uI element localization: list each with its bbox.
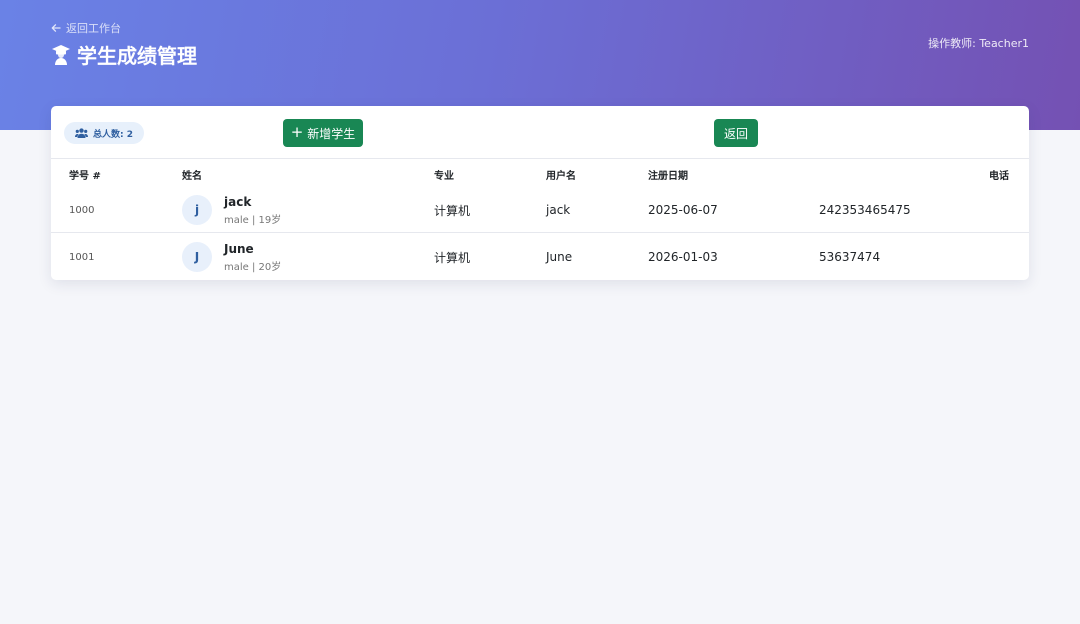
column-header-id: 学号 # bbox=[69, 171, 101, 182]
column-header-username: 用户名 bbox=[546, 171, 576, 182]
back-to-workbench-label: 返回工作台 bbox=[66, 22, 121, 35]
student-phone: 53637474 bbox=[819, 250, 881, 264]
student-major: 计算机 bbox=[434, 203, 471, 218]
student-meta: male | 19岁 bbox=[224, 214, 282, 226]
student-name: jack bbox=[224, 194, 252, 209]
plus-icon: + bbox=[290, 123, 304, 141]
add-student-button[interactable]: + 新增学生 bbox=[283, 119, 363, 147]
student-register-date: 2025-06-07 bbox=[648, 203, 718, 217]
avatar: j bbox=[182, 195, 212, 225]
page-title-text: 学生成绩管理 bbox=[77, 44, 197, 68]
student-id: 1000 bbox=[69, 204, 95, 216]
student-username: jack bbox=[546, 203, 571, 217]
student-id: 1001 bbox=[69, 251, 95, 263]
column-header-date: 注册日期 bbox=[648, 171, 688, 182]
column-header-phone: 电话 bbox=[989, 171, 1009, 182]
column-header-name: 姓名 bbox=[182, 171, 202, 182]
arrow-left-icon bbox=[51, 24, 61, 32]
student-phone: 242353465475 bbox=[819, 203, 911, 217]
table-row[interactable]: 1000 j jack male | 19岁 计算机 jack 2025-06-… bbox=[51, 187, 1029, 233]
page-title: 学生成绩管理 bbox=[51, 40, 197, 69]
count-badge-label: 总人数: 2 bbox=[93, 129, 133, 140]
student-username: June bbox=[546, 250, 573, 264]
users-icon bbox=[75, 128, 88, 138]
graduation-icon bbox=[52, 44, 70, 65]
count-badge: 总人数: 2 bbox=[64, 122, 144, 144]
back-to-workbench-link[interactable]: 返回工作台 bbox=[51, 20, 121, 36]
table-row[interactable]: 1001 J June male | 20岁 计算机 June 2026-01-… bbox=[51, 234, 1029, 280]
student-name-cell: June male | 20岁 bbox=[224, 234, 281, 280]
student-name-cell: jack male | 19岁 bbox=[224, 187, 281, 233]
student-major: 计算机 bbox=[434, 250, 471, 265]
back-button[interactable]: 返回 bbox=[714, 119, 758, 147]
toolbar: 总人数: 2 + 新增学生 返回 bbox=[51, 106, 1029, 159]
student-table-card: 总人数: 2 + 新增学生 返回 学号 # 姓名 专业 用户名 注册日期 电话 … bbox=[51, 106, 1029, 280]
student-meta: male | 20岁 bbox=[224, 261, 282, 273]
column-header-major: 专业 bbox=[434, 171, 454, 182]
student-register-date: 2026-01-03 bbox=[648, 250, 718, 264]
add-student-label: 新增学生 bbox=[307, 126, 356, 141]
avatar: J bbox=[182, 242, 212, 272]
student-name: June bbox=[224, 241, 254, 256]
teacher-label: 操作教师: Teacher1 bbox=[928, 37, 1029, 50]
